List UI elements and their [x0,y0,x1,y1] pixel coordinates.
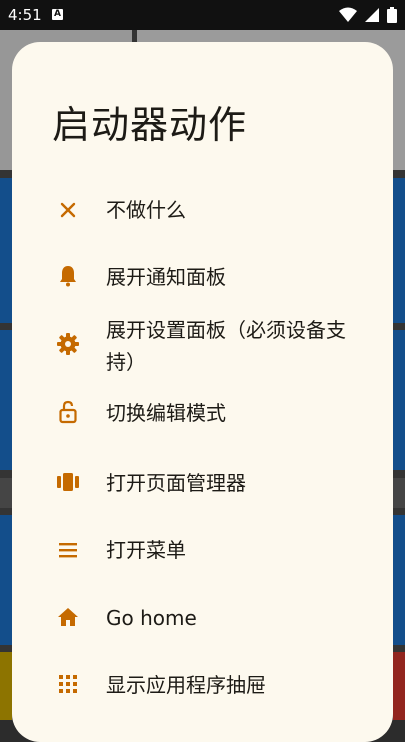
notification-a-icon: A [52,9,63,20]
battery-icon [387,7,397,23]
menu-item-label: 展开通知面板 [106,265,226,289]
menu-item-label: 显示应用程序抽屉 [106,673,266,697]
menu-item-label: 打开菜单 [106,538,186,562]
home-icon [56,605,80,629]
menu-item-label: 展开设置面板（必须设备支持） [106,318,346,374]
menu-item-go-home[interactable]: Go home [12,600,393,636]
apps-grid-icon [56,672,80,696]
status-bar: 4:51 A [0,0,405,30]
signal-icon [365,8,380,22]
menu-item-label: 打开页面管理器 [106,471,246,495]
menu-item-label: Go home [106,606,197,630]
menu-item-toggle-edit-mode[interactable]: 切换编辑模式 [12,395,393,431]
wifi-icon [339,7,358,22]
lock-open-icon [56,400,80,424]
menu-item-show-app-drawer[interactable]: 显示应用程序抽屉 [12,667,393,703]
close-icon [56,198,80,222]
menu-icon [56,538,80,562]
gear-icon [56,332,80,356]
status-time: 4:51 [8,6,42,24]
menu-item-expand-settings[interactable]: 展开设置面板（必须设备支持） [12,314,393,382]
menu-item-open-menu[interactable]: 打开菜单 [12,532,393,568]
dialog-title: 启动器动作 [52,103,248,147]
launcher-actions-dialog: 启动器动作 不做什么 展开通知面板 展开设置面板（必须设备支持） 切换编辑模式 … [12,42,393,742]
menu-item-do-nothing[interactable]: 不做什么 [12,192,393,228]
system-icons [337,7,397,25]
pages-icon [56,470,80,494]
menu-item-label: 切换编辑模式 [106,401,226,425]
menu-item-expand-notifications[interactable]: 展开通知面板 [12,259,393,295]
menu-item-label: 不做什么 [106,198,186,222]
bell-icon [56,264,80,288]
menu-item-open-page-manager[interactable]: 打开页面管理器 [12,465,393,501]
